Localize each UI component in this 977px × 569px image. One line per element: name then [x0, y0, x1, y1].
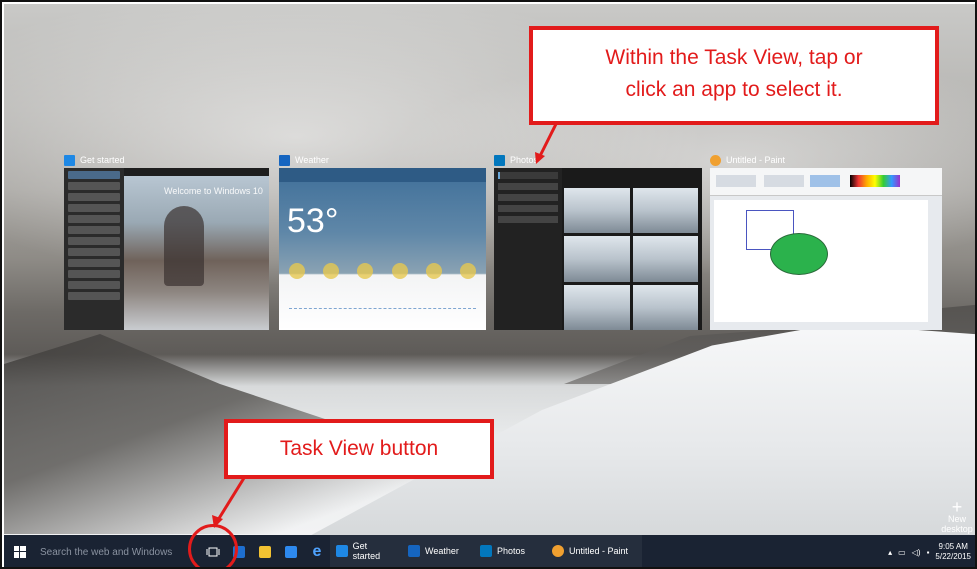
sun-icon [391, 263, 408, 279]
paint-canvas [714, 200, 928, 322]
sun-icon [289, 263, 305, 279]
temperature: 53° [287, 202, 339, 240]
window-titlebar: Photos [494, 152, 702, 168]
task-view-highlight-circle [188, 524, 238, 567]
clock-date: 5/22/2015 [935, 552, 971, 561]
new-desktop-button[interactable]: + New desktop [934, 497, 975, 534]
taskbar-app-label: Untitled - Paint [569, 546, 629, 556]
window-thumbnail: Welcome to Windows 10 [64, 168, 269, 330]
taskbar-app-paint[interactable]: Untitled - Paint [546, 535, 642, 567]
plus-icon: + [951, 497, 963, 517]
window-thumbnail [494, 168, 702, 330]
taskbar-app-label: Get started [352, 541, 381, 561]
window-thumbnail: 53° [279, 168, 486, 330]
taskbar-app-label: Weather [425, 546, 459, 556]
photo-grid [564, 188, 698, 330]
browser-e-icon: e [312, 543, 322, 560]
callout-arrow [212, 477, 246, 528]
weather-icon [279, 154, 290, 166]
callout-line: click an app to select it. [625, 78, 843, 101]
taskbar-pinned-store-bag[interactable] [278, 535, 304, 567]
forecast-row [289, 263, 476, 279]
task-view-window-weather[interactable]: Weather 53° [279, 152, 486, 330]
weather-icon [408, 545, 420, 557]
window-title: Get started [80, 155, 125, 165]
screenshot-frame: Get started Welcome to Windows 10 Weathe… [0, 0, 977, 569]
ellipse-shape [770, 233, 828, 275]
photos-icon [480, 545, 492, 557]
welcome-text: Welcome to Windows 10 [164, 186, 263, 196]
window-titlebar: Get started [64, 152, 269, 168]
action-center-icon[interactable]: ▪ [927, 548, 930, 557]
system-tray: ▴ ▭ ◁) ▪ 9:05 AM 5/22/2015 [888, 542, 975, 562]
sun-icon [459, 263, 476, 279]
search-box[interactable]: Search the web and Windows [36, 535, 196, 567]
clock-time: 9:05 AM [938, 542, 968, 551]
callout-arrow [535, 123, 558, 164]
callout-select-app: Within the Task View, tap or click an ap… [529, 26, 939, 125]
window-titlebar: Untitled - Paint [710, 152, 942, 168]
window-title: Untitled - Paint [726, 155, 786, 165]
taskbar-app-photos[interactable]: Photos [474, 535, 546, 567]
window-titlebar: Weather [279, 152, 486, 168]
sidebar [494, 168, 562, 330]
callout-task-view-button: Task View button [224, 419, 494, 479]
windows-logo-icon [14, 546, 26, 558]
welcome-photo [124, 176, 269, 330]
get-started-icon [336, 545, 348, 557]
weather-header-bar [279, 168, 486, 182]
clock[interactable]: 9:05 AM 5/22/2015 [935, 542, 971, 562]
store-bag-icon [285, 546, 297, 558]
task-view-window-get-started[interactable]: Get started Welcome to Windows 10 [64, 152, 269, 330]
callout-line: Within the Task View, tap or [605, 46, 863, 69]
sun-icon [323, 263, 340, 279]
taskbar-app-weather[interactable]: Weather [402, 535, 474, 567]
task-view-window-photos[interactable]: Photos [494, 152, 702, 330]
start-button[interactable] [4, 535, 36, 567]
taskbar-pinned-explorer[interactable] [252, 535, 278, 567]
folder-icon [259, 546, 271, 558]
paint-icon [552, 545, 564, 557]
window-thumbnail [710, 168, 942, 330]
sun-icon [357, 263, 374, 279]
volume-icon[interactable]: ◁) [912, 548, 921, 557]
temperature-graph [289, 308, 476, 326]
paint-ribbon [710, 168, 942, 196]
taskbar-app-get-started[interactable]: Get started [330, 535, 402, 567]
sidebar [64, 168, 124, 330]
network-icon[interactable]: ▭ [898, 548, 906, 557]
sun-icon [425, 263, 442, 279]
get-started-icon [64, 154, 75, 166]
task-view-window-paint[interactable]: Untitled - Paint [710, 152, 942, 330]
taskbar-pinned-edge[interactable]: e [304, 535, 330, 567]
new-desktop-label: New desktop [941, 514, 973, 534]
photos-icon [494, 154, 505, 166]
taskbar: Search the web and Windows e Get started… [4, 535, 975, 567]
paint-icon [710, 154, 721, 166]
taskbar-app-label: Photos [497, 546, 526, 556]
chevron-up-icon[interactable]: ▴ [888, 548, 892, 557]
window-title: Weather [295, 155, 329, 165]
